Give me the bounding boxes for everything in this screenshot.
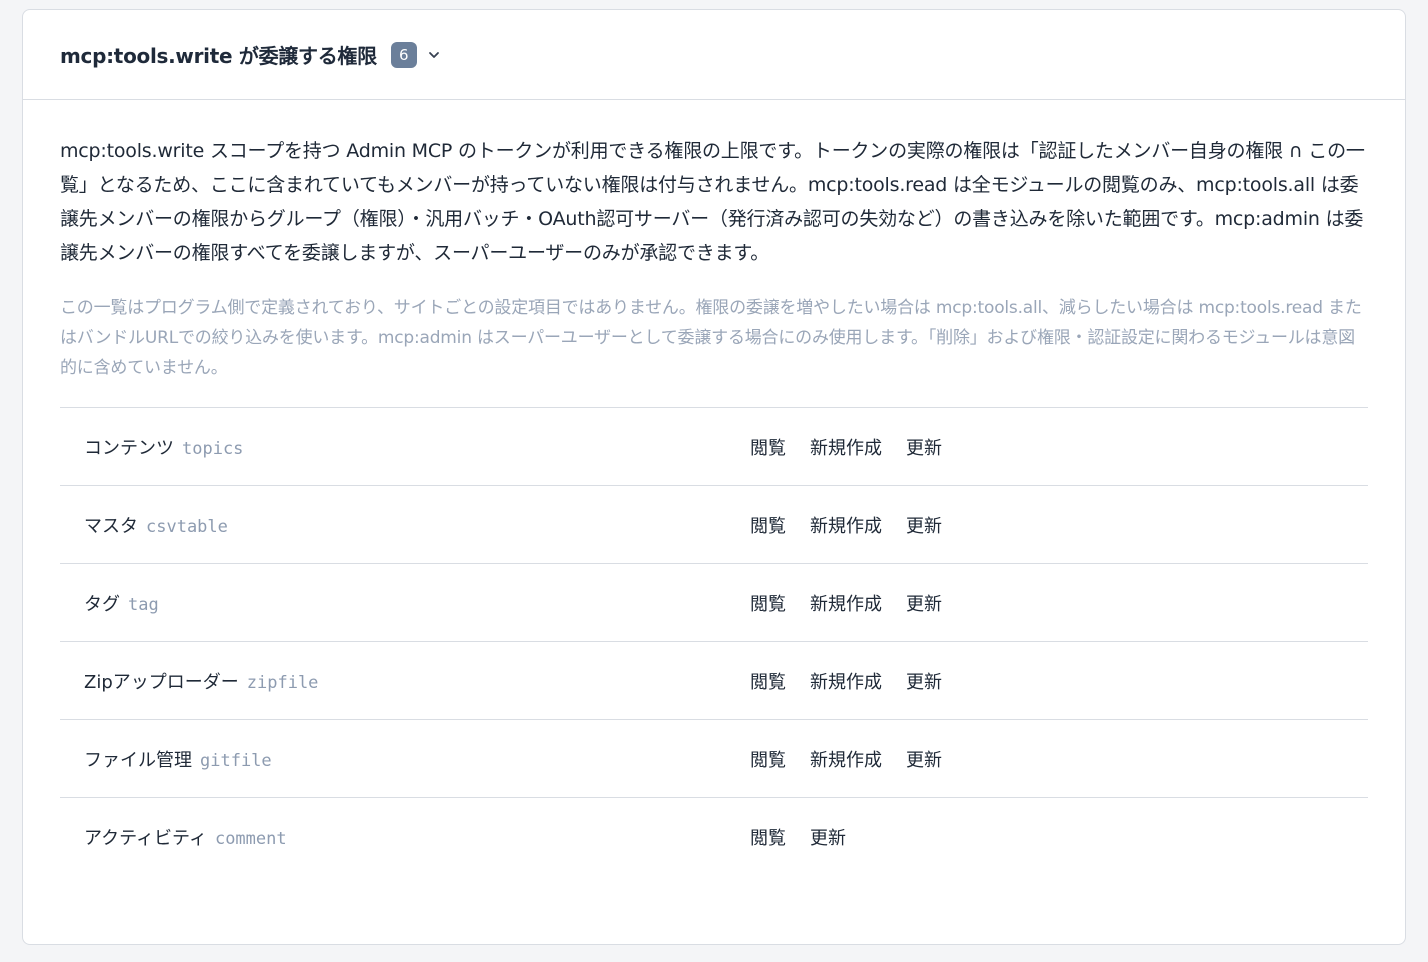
actions-cell: 閲覧 新規作成 更新 (750, 590, 942, 616)
module-code: csvtable (146, 516, 228, 537)
module-name: Zipアップローダー (84, 671, 239, 693)
module-cell: マスタ csvtable (60, 512, 750, 538)
module-cell: アクティビティ comment (60, 824, 750, 850)
table-row: マスタ csvtable 閲覧 新規作成 更新 (60, 486, 1368, 564)
count-badge: 6 (390, 41, 417, 68)
table-row: アクティビティ comment 閲覧 更新 (60, 798, 1368, 876)
panel-body: mcp:tools.write スコープを持つ Admin MCP のトークンが… (23, 100, 1405, 876)
action-label: 更新 (810, 828, 846, 849)
action-label: 閲覧 (750, 437, 786, 459)
table-row: ファイル管理 gitfile 閲覧 新規作成 更新 (60, 720, 1368, 798)
action-label: 新規作成 (810, 593, 882, 615)
actions-cell: 閲覧 新規作成 更新 (750, 434, 942, 460)
action-label: 新規作成 (810, 515, 882, 537)
module-cell: ファイル管理 gitfile (60, 746, 750, 772)
panel-header[interactable]: mcp:tools.write が委譲する権限 6 (23, 10, 1405, 100)
panel-title: mcp:tools.write が委譲する権限 (60, 44, 377, 68)
permission-table: コンテンツ topics 閲覧 新規作成 更新 マスタ csvtable 閲覧 新規… (60, 407, 1368, 876)
module-code: comment (214, 829, 287, 849)
action-label: 更新 (906, 515, 942, 537)
module-name: ファイル管理 (84, 749, 192, 771)
module-code: gitfile (200, 750, 272, 771)
delegated-permissions-panel: mcp:tools.write が委譲する権限 6 mcp:tools.writ… (22, 9, 1406, 945)
action-label: 更新 (906, 671, 942, 693)
action-label: 閲覧 (750, 515, 786, 537)
module-cell: Zipアップローダー zipfile (60, 668, 750, 694)
module-name: アクティビティ (84, 828, 207, 849)
action-label: 閲覧 (750, 671, 786, 693)
module-cell: コンテンツ topics (60, 434, 750, 460)
action-label: 閲覧 (750, 828, 786, 849)
action-label: 新規作成 (810, 749, 882, 771)
module-code: zipfile (246, 672, 319, 693)
action-label: 新規作成 (810, 437, 882, 459)
module-name: マスタ (84, 515, 138, 537)
module-name: タグ (84, 593, 120, 615)
module-cell: タグ tag (60, 590, 750, 616)
action-label: 更新 (906, 437, 942, 459)
actions-cell: 閲覧 新規作成 更新 (750, 746, 942, 772)
action-label: 更新 (906, 593, 942, 615)
actions-cell: 閲覧 新規作成 更新 (750, 512, 942, 538)
chevron-down-icon[interactable] (427, 48, 441, 62)
description-text: mcp:tools.write スコープを持つ Admin MCP のトークンが… (60, 140, 1365, 264)
module-code: tag (128, 594, 159, 615)
table-row: Zipアップローダー zipfile 閲覧 新規作成 更新 (60, 642, 1368, 720)
action-label: 新規作成 (810, 671, 882, 693)
action-label: 閲覧 (750, 749, 786, 771)
table-row: コンテンツ topics 閲覧 新規作成 更新 (60, 408, 1368, 486)
actions-cell: 閲覧 更新 (750, 824, 846, 850)
actions-cell: 閲覧 新規作成 更新 (750, 668, 942, 694)
module-name: コンテンツ (84, 437, 174, 459)
action-label: 閲覧 (750, 593, 786, 615)
note-text: この一覧はプログラム側で定義されており、サイトごとの設定項目ではありません。権限… (60, 298, 1362, 378)
action-label: 更新 (906, 749, 942, 771)
module-code: topics (182, 438, 244, 459)
table-row: タグ tag 閲覧 新規作成 更新 (60, 564, 1368, 642)
